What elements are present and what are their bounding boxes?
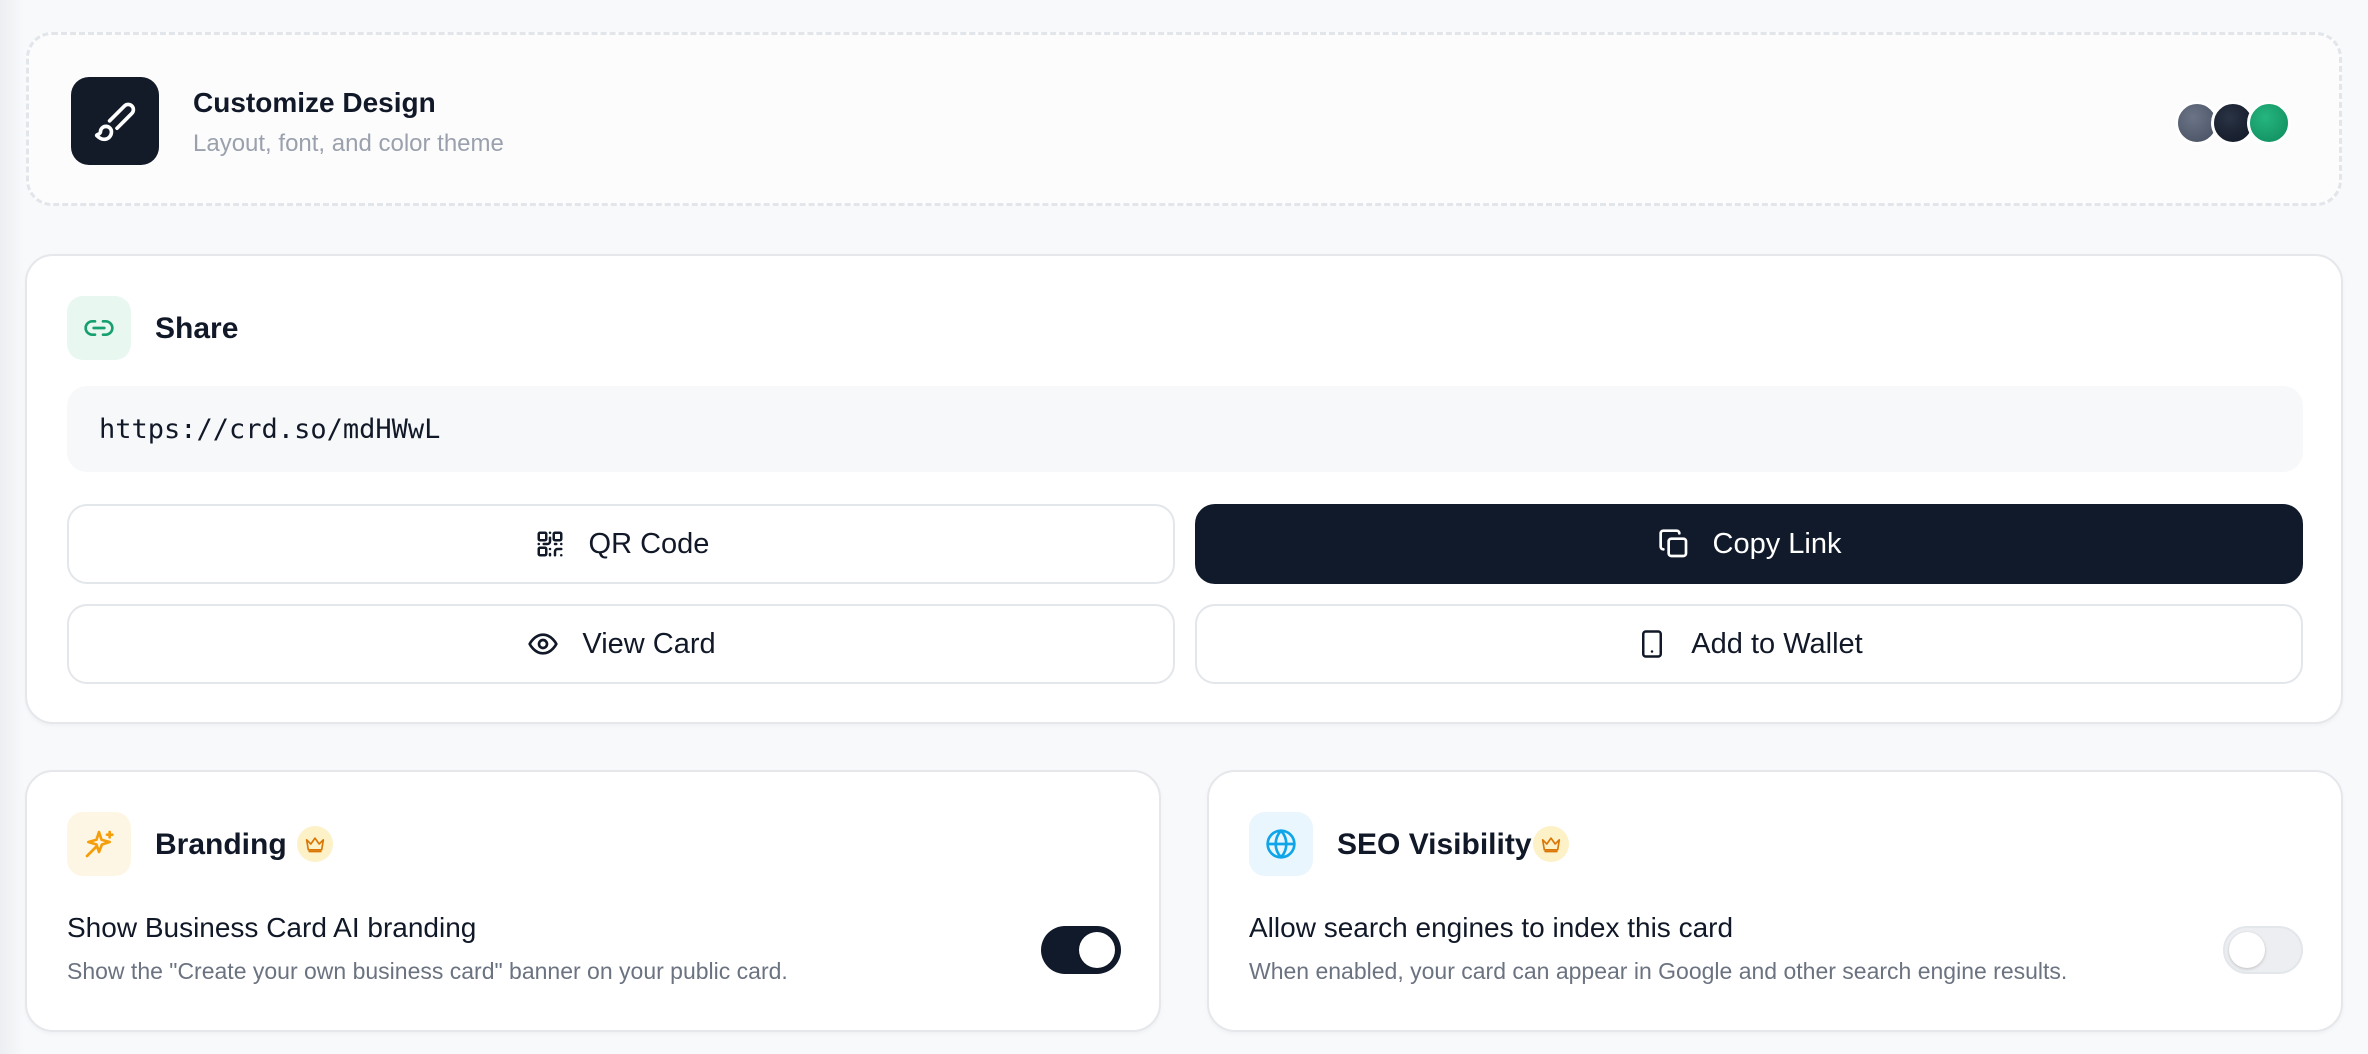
seo-option-desc: When enabled, your card can appear in Go…	[1249, 958, 2068, 984]
add-to-wallet-button[interactable]: Add to Wallet	[1195, 604, 2303, 684]
copy-icon	[1657, 527, 1691, 561]
copy-link-button[interactable]: Copy Link	[1195, 504, 2303, 584]
copy-link-label: Copy Link	[1712, 527, 1842, 560]
design-title: Customize Design	[193, 87, 436, 118]
sparkles-icon	[67, 812, 131, 876]
view-card-label: View Card	[582, 627, 716, 660]
seo-option-title: Allow search engines to index this card	[1249, 912, 1734, 943]
branding-title: Branding	[155, 828, 287, 861]
share-card: Share https://crd.so/mdHWwL QR Code Copy…	[25, 254, 2343, 724]
share-url-field[interactable]: https://crd.so/mdHWwL	[67, 386, 2303, 472]
qr-code-label: QR Code	[588, 527, 710, 560]
branding-option-title: Show Business Card AI branding	[67, 912, 477, 943]
qr-code-icon	[533, 527, 567, 561]
seo-toggle[interactable]	[2223, 926, 2303, 974]
share-title: Share	[155, 312, 239, 345]
link-icon	[67, 296, 131, 360]
swatch-green	[2247, 101, 2291, 145]
toggle-knob	[1079, 932, 1115, 968]
globe-icon	[1249, 812, 1313, 876]
crown-icon	[297, 826, 333, 862]
seo-title: SEO Visibility	[1337, 828, 1532, 861]
seo-visibility-card: SEO Visibility Allow search engines to i…	[1207, 770, 2343, 1032]
qr-code-button[interactable]: QR Code	[67, 504, 1175, 584]
share-url-text: https://crd.so/mdHWwL	[99, 413, 441, 445]
branding-card: Branding Show Business Card AI branding …	[25, 770, 1161, 1032]
toggle-knob	[2229, 932, 2265, 968]
crown-icon	[1533, 826, 1569, 862]
view-card-button[interactable]: View Card	[67, 604, 1175, 684]
paintbrush-icon	[71, 77, 159, 165]
smartphone-icon	[1635, 627, 1669, 661]
branding-toggle[interactable]	[1041, 926, 1121, 974]
branding-option-desc: Show the "Create your own business card"…	[67, 958, 788, 984]
theme-swatches	[2175, 101, 2295, 145]
customize-design-card[interactable]: Customize Design Layout, font, and color…	[26, 32, 2342, 206]
eye-icon	[526, 627, 560, 661]
add-to-wallet-label: Add to Wallet	[1691, 627, 1863, 660]
design-subtitle: Layout, font, and color theme	[193, 130, 504, 157]
page-edge-shadow	[0, 0, 24, 1054]
